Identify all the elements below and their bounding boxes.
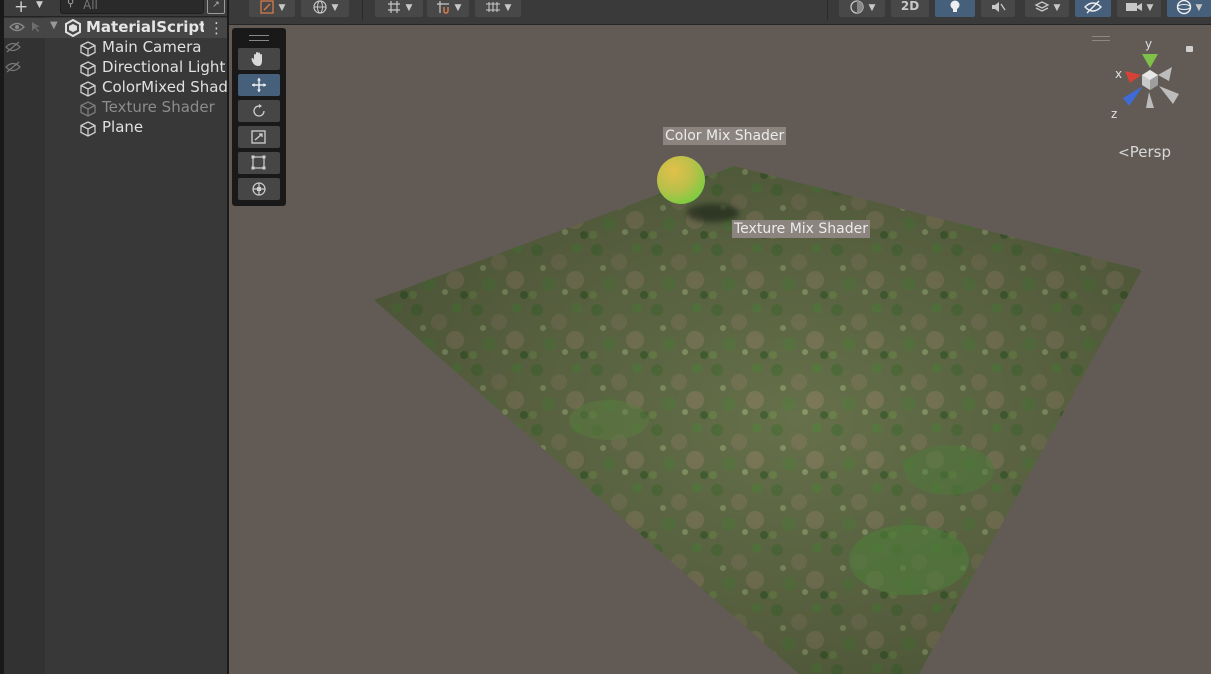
hierarchy-toolbar: + ▼ ⚲ ↗ bbox=[4, 0, 228, 17]
hierarchy-search[interactable]: ⚲ bbox=[60, 0, 204, 14]
tools-overlay bbox=[232, 28, 286, 206]
speaker-muted-icon bbox=[992, 1, 1006, 12]
transform-icon bbox=[252, 182, 266, 196]
lightbulb-icon bbox=[950, 0, 960, 12]
axis-cone-x[interactable] bbox=[1125, 71, 1141, 83]
gameobject-cube-icon bbox=[80, 121, 96, 137]
label-color-mix-shader: Color Mix Shader bbox=[663, 127, 787, 145]
global-toggle-dropdown[interactable]: ▼ bbox=[301, 0, 349, 17]
gizmos-dropdown[interactable]: ▼ bbox=[1167, 0, 1211, 17]
layers-icon bbox=[1034, 0, 1050, 12]
hierarchy-item-label: Plane bbox=[102, 118, 144, 136]
axis-cone-y[interactable] bbox=[1142, 54, 1158, 68]
toolbar-separator bbox=[827, 0, 828, 20]
hierarchy-item-colormixed-shader[interactable]: ColorMixed Shad bbox=[80, 78, 228, 98]
rect-transform-icon bbox=[251, 155, 266, 170]
hierarchy-item-label: Texture Shader bbox=[102, 98, 215, 116]
eye-icon[interactable] bbox=[9, 21, 27, 35]
lighting-toggle-button[interactable] bbox=[935, 0, 975, 17]
projection-toggle[interactable]: <Persp bbox=[1118, 143, 1171, 161]
hidden-eye-icon bbox=[1084, 0, 1102, 13]
rotate-tool-button[interactable] bbox=[238, 100, 280, 122]
projection-label: Persp bbox=[1129, 143, 1171, 161]
toolbar-separator bbox=[362, 0, 363, 20]
hand-icon bbox=[251, 52, 262, 66]
hidden-eye-icon[interactable] bbox=[5, 41, 23, 55]
chevron-down-icon[interactable]: ▼ bbox=[36, 0, 43, 10]
visibility-gutter bbox=[4, 17, 45, 674]
hidden-objects-toggle-button[interactable] bbox=[1075, 0, 1111, 17]
gameobject-cube-icon bbox=[80, 41, 96, 57]
expand-arrow-icon[interactable]: ▼ bbox=[50, 20, 58, 31]
scene-name: MaterialScriptir bbox=[86, 18, 204, 36]
draw-mode-dropdown[interactable]: ▼ bbox=[839, 0, 885, 17]
magnet-icon bbox=[436, 0, 449, 14]
2d-toggle-button[interactable]: 2D bbox=[891, 0, 929, 17]
move-tool-button[interactable] bbox=[238, 74, 280, 96]
camera-icon bbox=[1125, 2, 1142, 11]
shading-sphere-icon bbox=[849, 0, 864, 14]
hierarchy-item-label: Directional Light bbox=[102, 58, 226, 76]
scale-tool-button[interactable] bbox=[238, 126, 280, 148]
pick-icon[interactable] bbox=[29, 21, 47, 35]
hierarchy-item-directional-light[interactable]: Directional Light bbox=[80, 58, 228, 78]
axis-label-x: x bbox=[1115, 67, 1122, 81]
hand-tool-button[interactable] bbox=[238, 48, 280, 70]
search-input[interactable] bbox=[83, 0, 193, 13]
grid-snap-icon bbox=[387, 0, 400, 13]
add-icon[interactable]: + bbox=[14, 0, 28, 17]
ruler-dropdown[interactable]: ▼ bbox=[475, 0, 521, 17]
rect-tool-button[interactable] bbox=[238, 152, 280, 174]
axis-cone-z[interactable] bbox=[1123, 86, 1143, 106]
ruler-icon bbox=[485, 1, 500, 12]
axis-label-z: z bbox=[1111, 107, 1117, 121]
gameobject-cube-icon bbox=[80, 81, 96, 97]
scale-icon bbox=[251, 130, 266, 144]
overlay-drag-handle[interactable] bbox=[249, 35, 269, 41]
label-texture-mix-shader: Texture Mix Shader bbox=[732, 220, 870, 238]
gameobject-cube-icon bbox=[80, 101, 96, 117]
hierarchy-item-label: ColorMixed Shad bbox=[102, 78, 228, 96]
gameobject-cube-icon bbox=[80, 61, 96, 77]
hierarchy-item-texture-shader[interactable]: Texture Shader bbox=[80, 98, 228, 118]
scene-root-row[interactable]: ▼ MaterialScriptir ⋮ bbox=[4, 18, 228, 38]
gizmo-globe-icon bbox=[1176, 0, 1191, 14]
move-arrows-icon bbox=[252, 78, 266, 92]
search-icon: ⚲ bbox=[67, 0, 75, 9]
orientation-gizmo[interactable]: y x z bbox=[1105, 34, 1195, 124]
scene-toolbar: ▼ ▼ ▼ ▼ ▼ ▼ 2D ▼ ▼ ▼ bbox=[229, 0, 1211, 25]
globe-icon bbox=[313, 0, 327, 14]
hierarchy-item-main-camera[interactable]: Main Camera bbox=[80, 38, 228, 58]
increment-snap-dropdown[interactable]: ▼ bbox=[427, 0, 469, 17]
audio-toggle-button[interactable] bbox=[981, 0, 1015, 17]
more-options-icon[interactable]: ⋮ bbox=[209, 19, 224, 37]
scene-view[interactable]: Color Mix Shader Texture Mix Shader ▼ ▼ … bbox=[229, 0, 1211, 674]
effects-dropdown[interactable]: ▼ bbox=[1025, 0, 1069, 17]
hierarchy-item-label: Main Camera bbox=[102, 38, 202, 56]
scene-visibility-toggle-button[interactable]: ↗ bbox=[207, 0, 225, 14]
hierarchy-item-plane[interactable]: Plane bbox=[80, 118, 228, 138]
axis-label-y: y bbox=[1145, 37, 1152, 51]
rotate-icon bbox=[253, 104, 265, 117]
perspective-icon: < bbox=[1118, 145, 1130, 161]
hierarchy-panel: + ▼ ⚲ ↗ ▼ MaterialScriptir ⋮ Main Camera… bbox=[0, 0, 228, 674]
ground-plane bbox=[374, 166, 1142, 674]
gizmo-tool-dropdown[interactable]: ▼ bbox=[249, 0, 295, 17]
camera-settings-dropdown[interactable]: ▼ bbox=[1117, 0, 1161, 17]
hidden-eye-icon[interactable] bbox=[5, 61, 23, 75]
grid-snapping-dropdown[interactable]: ▼ bbox=[375, 0, 423, 17]
transform-tool-button[interactable] bbox=[238, 178, 280, 200]
color-mix-sphere[interactable] bbox=[657, 156, 705, 204]
